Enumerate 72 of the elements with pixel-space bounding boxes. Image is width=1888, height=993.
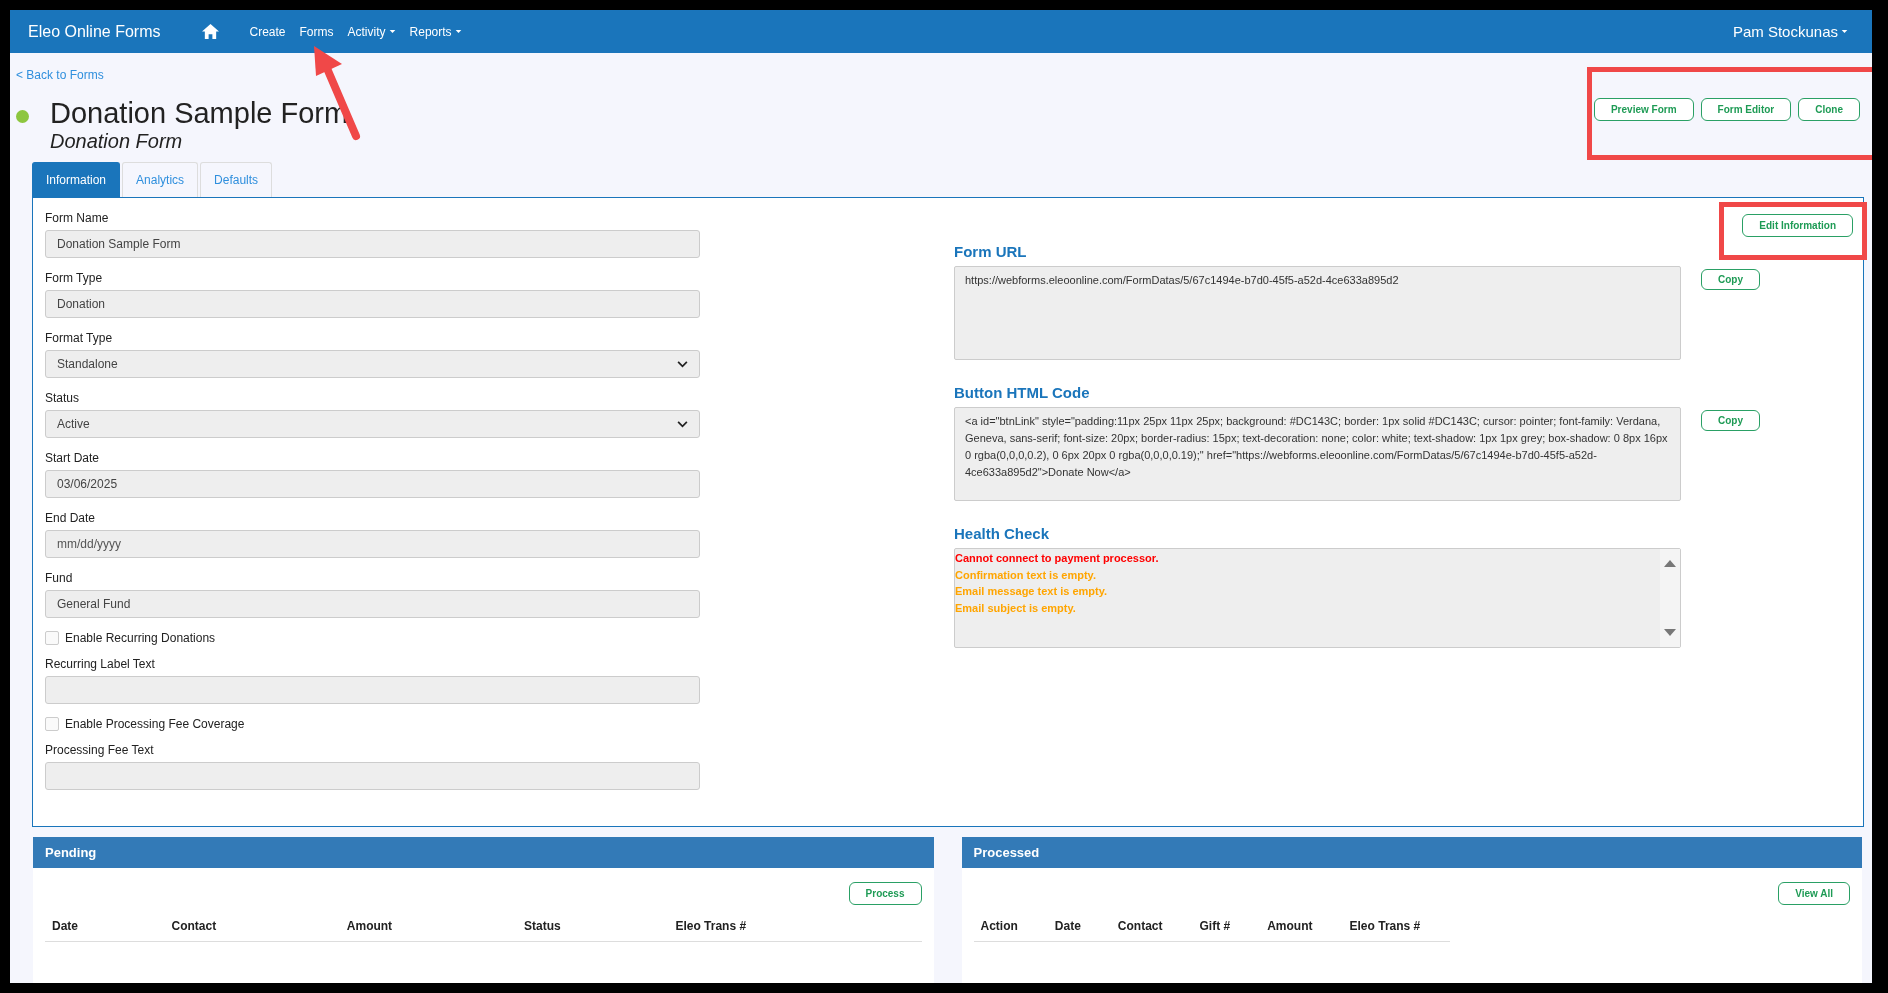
caret-icon (388, 29, 396, 34)
chevron-icon (677, 360, 688, 368)
nav-link[interactable]: Forms (299, 24, 334, 39)
section-heading: Form URL (954, 243, 1028, 260)
action-button[interactable]: Clone (1798, 98, 1860, 121)
field-label: Fund (45, 571, 74, 585)
health-message: Confirmation text is empty. (955, 567, 1097, 583)
field-label: Form Type (45, 271, 104, 285)
column-header: Amount (339, 911, 517, 942)
chevron-icon (677, 420, 688, 428)
input-field[interactable]: General Fund (45, 590, 700, 618)
input-field[interactable]: Donation Sample Form (45, 230, 700, 258)
column-header: Status (517, 911, 669, 942)
input-field[interactable] (45, 676, 700, 704)
page-subtitle: Donation Form (50, 130, 184, 152)
dropdown-field[interactable]: Standalone (45, 350, 700, 378)
scroll-up-icon[interactable] (1664, 559, 1676, 567)
field-label: Start Date (45, 451, 101, 465)
field-label: Status (45, 391, 81, 405)
dropdown-field[interactable]: Active (45, 410, 700, 438)
column-header: Date (1047, 911, 1111, 942)
column-header: Amount (1260, 911, 1343, 942)
tab[interactable]: Defaults (200, 162, 273, 197)
edit-information-button[interactable]: Edit Information (1742, 214, 1853, 237)
text-area[interactable]: <a id="btnLink" style="padding:11px 25px 11px 25px; background: #DC143C; border: 1px solid #DC143C; cursor: pointer; font-family: Verdana, Geneva, sans-serif; font-size: 20px; border-radius: 15px; text-decoration: none; color: white; text-shadow: 1px 1px grey; box-shadow: 0 8px 16px 0 rgba(0,0,0,0.2), 0 6px 20px 0 rgba(0,0,0,0.19);" href="https://webforms.eleoonline.com/FormDatas/5/67c1494e-b7d0-45f5-a52d-4ce633a895d2">Donate Now</a> (954, 407, 1681, 501)
card-header: Processed (961, 837, 1862, 868)
card-button[interactable]: View All (1778, 882, 1850, 905)
input-field[interactable]: mm/dd/yyyy (45, 530, 700, 558)
field-label: Processing Fee Text (45, 743, 155, 757)
status-dot (16, 110, 29, 123)
action-button[interactable]: Preview Form (1593, 98, 1694, 121)
nav-link[interactable]: Create (249, 24, 286, 39)
back-link[interactable]: < Back to Forms (16, 68, 104, 82)
scroll-down-icon[interactable] (1664, 629, 1676, 637)
card-button[interactable]: Process (848, 882, 922, 905)
column-header: Gift # (1192, 911, 1261, 942)
health-message: Email message text is empty. (955, 584, 1109, 599)
field-label: Format Type (45, 331, 114, 345)
column-header: Contact (164, 911, 340, 942)
health-message: Cannot connect to payment processor. (955, 551, 1160, 566)
action-button[interactable]: Form Editor (1700, 98, 1792, 121)
input-field[interactable]: 03/06/2025 (45, 470, 700, 498)
copy-button[interactable]: Copy (1701, 410, 1760, 431)
card-header: Pending (33, 837, 934, 868)
section-heading: Health Check (954, 525, 1051, 542)
checkbox-label: Enable Recurring Donations (65, 631, 216, 645)
section-heading: Button HTML Code (954, 384, 1091, 401)
text-area[interactable]: https://webforms.eleoonline.com/FormDatas/5/67c1494e-b7d0-45f5-a52d-4ce633a895d2 (954, 266, 1681, 360)
caret-icon (1841, 29, 1848, 34)
caret-icon (454, 29, 462, 34)
column-header: Action (973, 911, 1048, 942)
column-header: Eleo Trans # (668, 911, 922, 942)
checkbox-label: Enable Processing Fee Coverage (65, 717, 245, 731)
input-field[interactable] (45, 762, 700, 790)
column-header: Eleo Trans # (1342, 911, 1451, 942)
dropdown-menu-link[interactable]: Activity (347, 24, 396, 39)
field-label: Recurring Label Text (45, 657, 156, 671)
brand-link[interactable]: Eleo Online Forms (28, 22, 161, 41)
health-message: Email subject is empty. (955, 600, 1077, 616)
field-label: Form Name (45, 211, 110, 225)
home-icon[interactable] (200, 23, 220, 40)
checkbox[interactable] (45, 631, 59, 645)
dropdown-menu-link[interactable]: Reports (409, 24, 462, 39)
tab[interactable]: Analytics (122, 162, 199, 197)
tab[interactable]: Information (32, 162, 121, 197)
checkbox[interactable] (45, 717, 59, 731)
column-header: Contact (1110, 911, 1193, 942)
input-field[interactable]: Donation (45, 290, 700, 318)
copy-button[interactable]: Copy (1701, 269, 1760, 290)
field-label: End Date (45, 511, 97, 525)
column-header: Date (45, 911, 165, 942)
user-menu[interactable]: Pam Stockunas (1732, 23, 1848, 40)
